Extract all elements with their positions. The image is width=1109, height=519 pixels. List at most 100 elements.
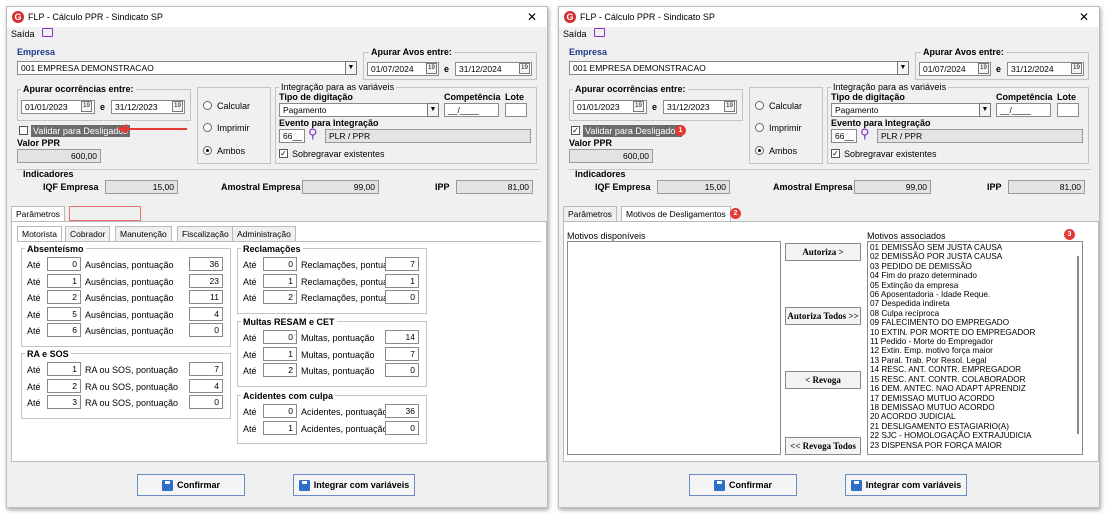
score-input[interactable]: 11 [189, 290, 223, 304]
list-item[interactable]: 04 Fim do prazo determinado [868, 271, 1082, 280]
revoga-todos-button[interactable]: << Revoga Todos [785, 437, 861, 455]
calendar-icon[interactable]: 19 [1071, 63, 1082, 74]
chevron-down-icon[interactable]: ▼ [979, 103, 991, 117]
empresa-select[interactable]: 001 EMPRESA DEMONSTRACAO [17, 61, 357, 75]
list-item[interactable]: 21 DESLIGAMENTO ESTAGIARIO(A) [868, 422, 1082, 431]
score-input[interactable]: 7 [189, 362, 223, 376]
chat-icon[interactable] [42, 28, 53, 37]
menu-saida[interactable]: Saída [11, 29, 35, 39]
score-input[interactable]: 23 [189, 273, 223, 288]
subtab-motorista[interactable]: Motorista [17, 226, 62, 241]
autoriza-todos-button[interactable]: Autoriza Todos >> [785, 307, 861, 325]
evento-code-input[interactable]: 66__ [279, 129, 305, 143]
radio-calcular[interactable] [203, 101, 212, 110]
score-input[interactable]: 36 [189, 257, 223, 271]
calendar-icon[interactable]: 19 [519, 63, 530, 74]
list-item[interactable]: 05 Extinção da empresa [868, 281, 1082, 290]
score-input[interactable]: 4 [189, 306, 223, 321]
list-item[interactable]: 08 Culpa recíproca [868, 309, 1082, 318]
confirmar-button[interactable]: Confirmar [689, 474, 797, 496]
list-item[interactable]: 01 DEMISSÃO SEM JUSTA CAUSA [868, 243, 1082, 252]
calendar-icon[interactable]: 19 [81, 101, 92, 112]
chevron-down-icon[interactable]: ▼ [897, 61, 909, 75]
lote-input[interactable] [505, 103, 527, 117]
disponiveis-list[interactable] [567, 241, 781, 455]
list-item[interactable]: 07 Despedida indireta [868, 299, 1082, 308]
list-item[interactable]: 11 Pedido - Morte do Empregador [868, 337, 1082, 346]
list-item[interactable]: 13 Paral. Trab. Por Resol. Legal [868, 356, 1082, 365]
threshold-input[interactable]: 2 [47, 378, 81, 393]
associados-list[interactable]: 01 DEMISSÃO SEM JUSTA CAUSA 02 DEMISSÃO P… [867, 241, 1083, 455]
tipo-select[interactable]: Pagamento [279, 103, 439, 117]
search-icon[interactable]: ⚲ [860, 126, 870, 142]
radio-imprimir[interactable] [755, 123, 764, 132]
list-item[interactable]: 02 DEMISSÃO POR JUSTA CAUSA [868, 252, 1082, 261]
score-input[interactable]: 0 [385, 290, 419, 304]
threshold-input[interactable]: 1 [47, 362, 81, 376]
threshold-input[interactable]: 2 [263, 363, 297, 377]
score-input[interactable]: 1 [385, 273, 419, 288]
sobregravar-checkbox[interactable]: ✓ [279, 149, 288, 158]
list-item[interactable]: 03 PEDIDO DE DEMISSÃO [868, 262, 1082, 271]
calendar-icon[interactable]: 19 [633, 101, 644, 112]
threshold-input[interactable]: 1 [263, 273, 297, 288]
chat-icon[interactable] [594, 28, 605, 37]
radio-ambos[interactable] [755, 146, 764, 155]
close-icon[interactable]: ✕ [527, 10, 537, 24]
evento-code-input[interactable]: 66__ [831, 129, 857, 143]
threshold-input[interactable]: 2 [263, 290, 297, 304]
threshold-input[interactable]: 0 [263, 257, 297, 271]
threshold-input[interactable]: 6 [47, 323, 81, 337]
empresa-select[interactable]: 001 EMPRESA DEMONSTRACAO [569, 61, 909, 75]
validar-checkbox[interactable] [19, 126, 28, 135]
tipo-select[interactable]: Pagamento [831, 103, 991, 117]
list-item[interactable]: 18 DEMISSAO MUTUO ACORDO [868, 403, 1082, 412]
list-item[interactable]: 15 RESC. ANT. CONTR. COLABORADOR [868, 375, 1082, 384]
subtab-administracao[interactable]: Administração [232, 226, 296, 241]
radio-calcular[interactable] [755, 101, 764, 110]
radio-imprimir[interactable] [203, 123, 212, 132]
calendar-icon[interactable]: 19 [426, 63, 437, 74]
list-item[interactable]: 16 DEM. ANTEC. NAO ADAPT APRENDIZ [868, 384, 1082, 393]
menu-saida[interactable]: Saída [563, 29, 587, 39]
tab-parametros[interactable]: Parâmetros [563, 206, 617, 221]
threshold-input[interactable]: 1 [47, 273, 81, 288]
list-item[interactable]: 09 FALECIMENTO DO EMPREGADO [868, 318, 1082, 327]
threshold-input[interactable]: 0 [263, 330, 297, 344]
threshold-input[interactable]: 1 [263, 346, 297, 361]
threshold-input[interactable]: 2 [47, 290, 81, 304]
list-item[interactable]: 22 SJC - HOMOLOGAÇÃO EXTRAJUDICIA [868, 431, 1082, 440]
list-item[interactable]: 12 Extin. Emp. motivo força maior [868, 346, 1082, 355]
integrar-button[interactable]: Integrar com variáveis [845, 474, 967, 496]
confirmar-button[interactable]: Confirmar [137, 474, 245, 496]
search-icon[interactable]: ⚲ [308, 126, 318, 142]
list-item[interactable]: 06 Aposentadoria - Idade Reque. [868, 290, 1082, 299]
validar-checkbox[interactable]: ✓ [571, 126, 580, 135]
score-input[interactable]: 0 [189, 395, 223, 409]
list-item[interactable]: 20 ACORDO JUDICIAL [868, 412, 1082, 421]
score-input[interactable]: 0 [189, 323, 223, 337]
threshold-input[interactable]: 1 [263, 420, 297, 435]
revoga-button[interactable]: < Revoga [785, 371, 861, 389]
threshold-input[interactable]: 5 [47, 306, 81, 321]
subtab-cobrador[interactable]: Cobrador [65, 226, 111, 241]
threshold-input[interactable]: 0 [47, 257, 81, 271]
tab-motivos-desligamentos[interactable]: Motivos de Desligamentos [621, 206, 731, 221]
score-input[interactable]: 7 [385, 257, 419, 271]
lote-input[interactable] [1057, 103, 1079, 117]
calendar-icon[interactable]: 19 [172, 101, 183, 112]
scrollbar[interactable] [1077, 256, 1079, 434]
radio-ambos[interactable] [203, 146, 212, 155]
score-input[interactable]: 14 [385, 330, 419, 344]
threshold-input[interactable]: 3 [47, 395, 81, 409]
autoriza-button[interactable]: Autoriza > [785, 243, 861, 261]
score-input[interactable]: 0 [385, 363, 419, 377]
score-input[interactable]: 0 [385, 420, 419, 435]
tab-parametros[interactable]: Parâmetros [11, 206, 65, 221]
competencia-input[interactable]: __/____ [996, 103, 1051, 117]
chevron-down-icon[interactable]: ▼ [427, 103, 439, 117]
calendar-icon[interactable]: 19 [978, 63, 989, 74]
sobregravar-checkbox[interactable]: ✓ [831, 149, 840, 158]
calendar-icon[interactable]: 19 [724, 101, 735, 112]
list-item[interactable]: 10 EXTIN. POR MORTE DO EMPREGADOR [868, 328, 1082, 337]
